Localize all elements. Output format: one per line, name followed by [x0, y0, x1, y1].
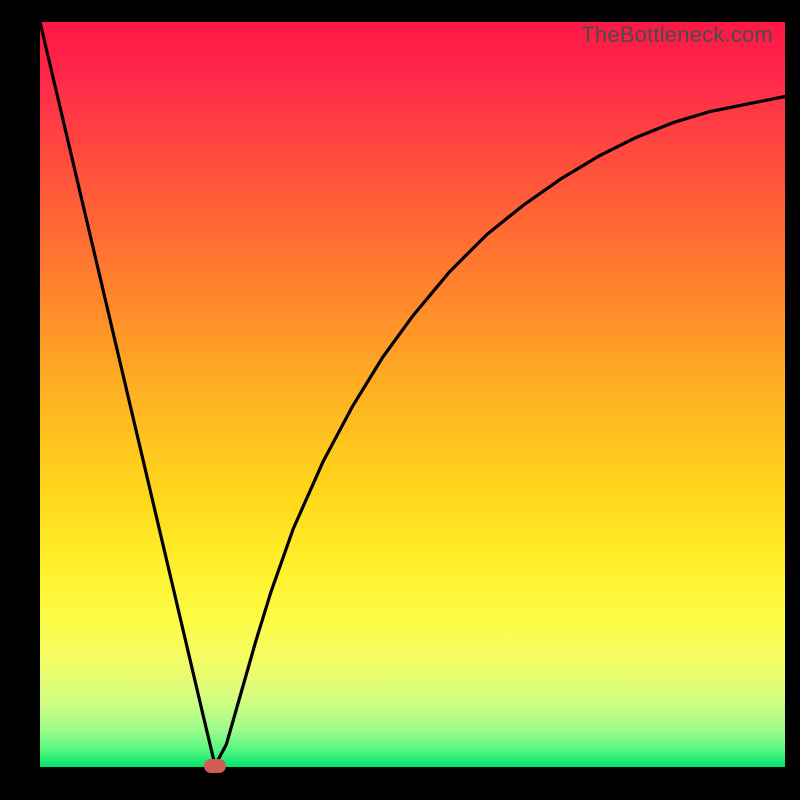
chart-frame: TheBottleneck.com [0, 0, 800, 800]
bottleneck-curve [40, 22, 785, 767]
minimum-marker [204, 759, 226, 773]
plot-area: TheBottleneck.com [40, 22, 785, 767]
